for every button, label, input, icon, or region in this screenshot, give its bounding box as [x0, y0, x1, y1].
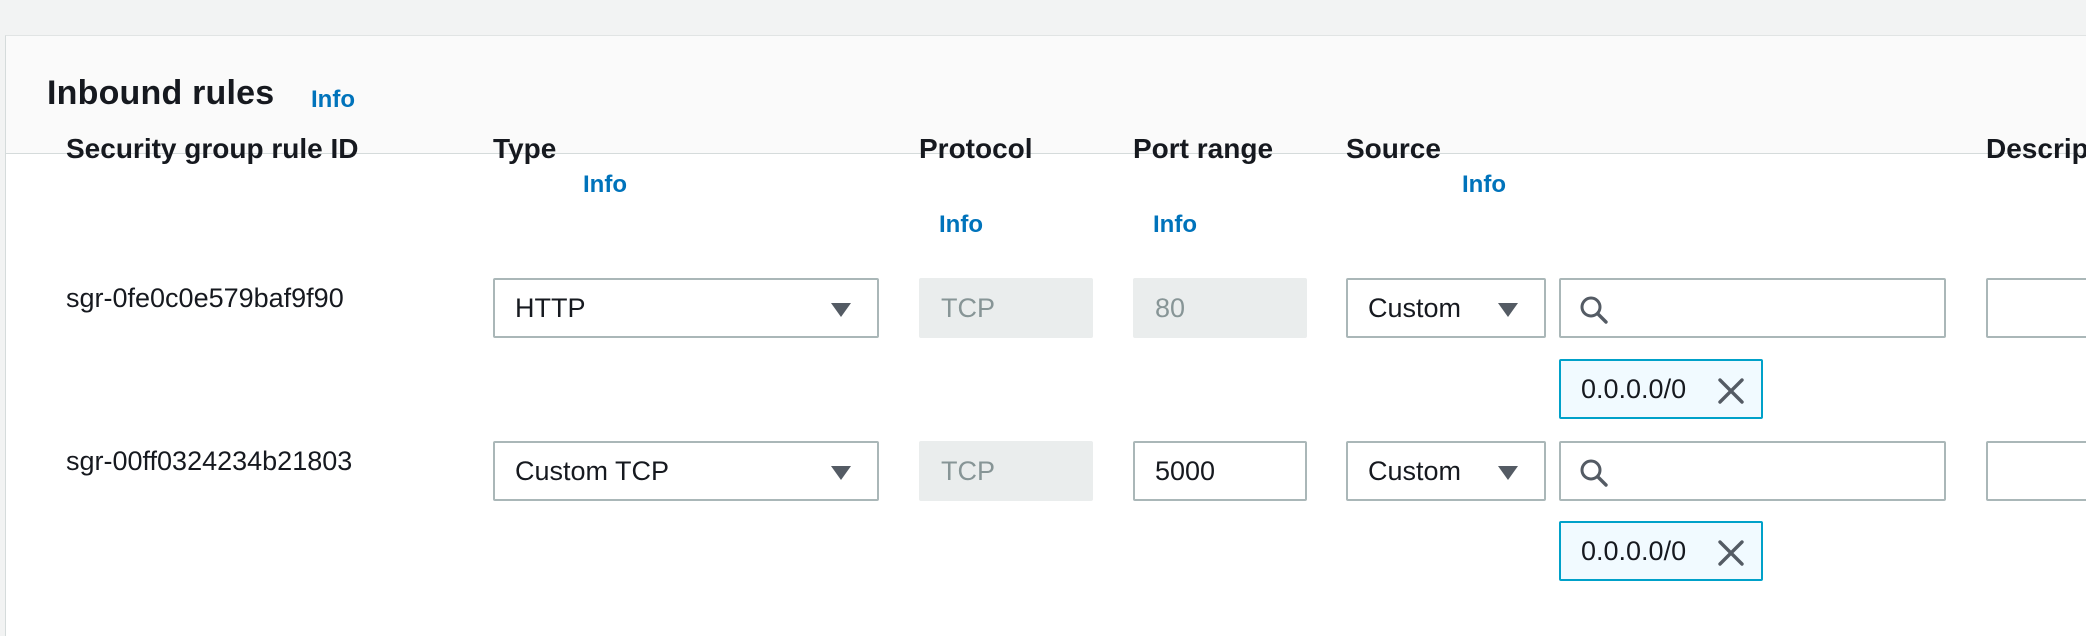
- search-icon: [1580, 296, 1608, 324]
- port-range-value: 80: [1155, 292, 1186, 323]
- protocol-field: TCP: [919, 278, 1093, 338]
- protocol-value: TCP: [941, 292, 995, 323]
- column-header-rule-id: Security group rule ID: [66, 133, 359, 164]
- source-token-label: 0.0.0.0/0: [1581, 373, 1687, 404]
- source-token-label: 0.0.0.0/0: [1581, 535, 1687, 566]
- source-type-select[interactable]: Custom: [1346, 278, 1546, 338]
- type-select-value: Custom TCP: [515, 455, 670, 486]
- port-range-field: 80: [1133, 278, 1307, 338]
- section-info-link[interactable]: Info: [311, 86, 355, 114]
- type-select[interactable]: Custom TCP: [493, 441, 879, 501]
- source-info-link[interactable]: Info: [1462, 171, 1506, 199]
- description-input[interactable]: [1986, 278, 2086, 338]
- type-select[interactable]: HTTP: [493, 278, 879, 338]
- caret-down-icon: [831, 466, 851, 480]
- source-search-input[interactable]: [1559, 441, 1946, 501]
- source-token: 0.0.0.0/0: [1559, 359, 1763, 419]
- search-icon: [1580, 459, 1608, 487]
- caret-down-icon: [831, 303, 851, 317]
- source-token: 0.0.0.0/0: [1559, 521, 1763, 581]
- caret-down-icon: [1498, 466, 1518, 480]
- description-input[interactable]: [1986, 441, 2086, 501]
- source-type-select[interactable]: Custom: [1346, 441, 1546, 501]
- type-info-link[interactable]: Info: [583, 171, 627, 199]
- close-icon[interactable]: [1717, 539, 1745, 567]
- source-type-value: Custom: [1368, 455, 1462, 486]
- source-search-input[interactable]: [1559, 278, 1946, 338]
- protocol-field: TCP: [919, 441, 1093, 501]
- port-range-info-link[interactable]: Info: [1153, 211, 1197, 239]
- column-header-port-range: Port range: [1133, 133, 1274, 164]
- column-header-type: Type: [493, 133, 557, 164]
- column-header-description: Descript: [1986, 133, 2086, 164]
- column-header-protocol: Protocol: [919, 133, 1033, 164]
- column-header-source: Source: [1346, 133, 1441, 164]
- close-icon[interactable]: [1717, 377, 1745, 405]
- type-select-value: HTTP: [515, 292, 586, 323]
- rule-id: sgr-0fe0c0e579baf9f90: [66, 283, 344, 313]
- rule-id: sgr-00ff0324234b21803: [66, 446, 353, 476]
- protocol-info-link[interactable]: Info: [939, 211, 983, 239]
- port-range-value: 5000: [1155, 455, 1216, 486]
- protocol-value: TCP: [941, 455, 995, 486]
- source-type-value: Custom: [1368, 292, 1462, 323]
- section-title: Inbound rules: [47, 74, 275, 112]
- port-range-input[interactable]: 5000: [1133, 441, 1307, 501]
- caret-down-icon: [1498, 303, 1518, 317]
